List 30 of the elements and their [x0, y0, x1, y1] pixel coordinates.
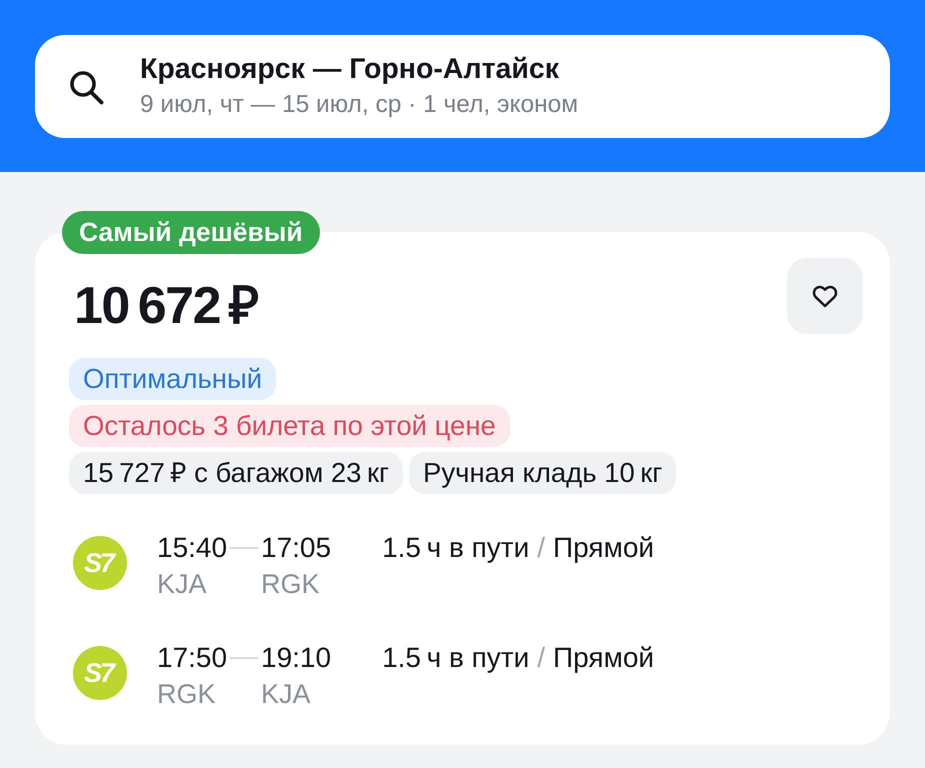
flight-duration: 1.5 ч в пути: [382, 531, 530, 565]
departure-time: 15:40: [157, 531, 227, 565]
stops-label: Прямой: [553, 531, 654, 565]
arrival-airport-code: RGK: [261, 568, 321, 601]
cheapest-badge: Самый дешёвый: [62, 211, 320, 254]
separator-slash: /: [537, 641, 546, 675]
stops-label: Прямой: [553, 641, 654, 675]
price: 10 672 ₽: [73, 278, 258, 334]
separator-slash: /: [537, 531, 546, 565]
departure-airport-code: KJA: [157, 568, 208, 601]
arrival-time: 17:05: [261, 531, 332, 565]
fare-tag: 15 727 ₽ с багажом 23 кг: [69, 452, 404, 494]
arrival-airport-code: KJA: [261, 678, 312, 711]
fare-tag: Ручная кладь 10 кг: [409, 452, 676, 494]
departure-airport-code: RGK: [157, 678, 217, 711]
search-field[interactable]: Красноярск — Горно-Алтайск 9 июл, чт — 15 июл, ср · 1 чел, эконом: [35, 35, 890, 138]
heart-icon: [812, 284, 838, 308]
dash-icon: [230, 547, 258, 549]
search-icon: [68, 68, 104, 104]
fare-tag: Осталось 3 билета по этой цене: [69, 405, 510, 447]
departure-time: 17:50: [157, 641, 227, 675]
fare-tag: Оптимальный: [69, 358, 276, 400]
route-title: Красноярск — Горно-Алтайск: [140, 53, 560, 85]
arrival-time: 19:10: [261, 641, 332, 675]
flight-duration: 1.5 ч в пути: [382, 641, 530, 675]
airline-logo: S7: [73, 536, 127, 590]
favorite-button[interactable]: [787, 258, 863, 334]
trip-details: 9 июл, чт — 15 июл, ср · 1 чел, эконом: [140, 90, 578, 120]
airline-logo: S7: [73, 646, 127, 700]
dash-icon: [230, 657, 258, 659]
